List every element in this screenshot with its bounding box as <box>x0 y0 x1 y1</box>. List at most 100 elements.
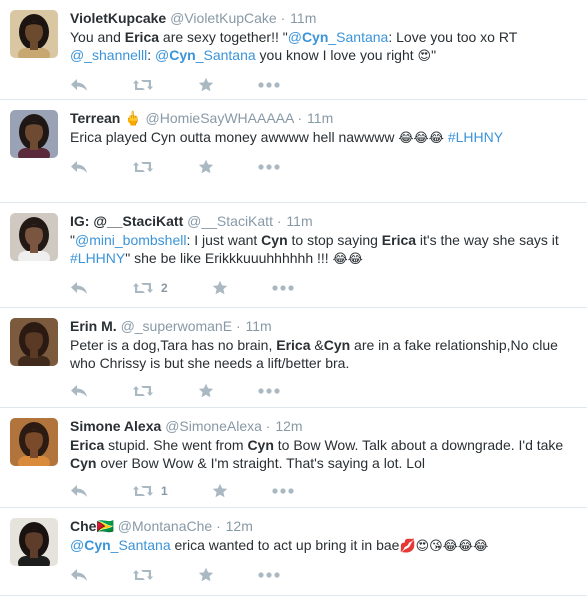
fullname[interactable]: Simone Alexa <box>70 418 161 434</box>
retweet-button[interactable]: 1 <box>132 484 168 498</box>
text-segment: to stop saying <box>287 232 382 248</box>
tweet-6[interactable]: Che🇬🇾 @MontanaChe · 12m @Cyn_Santana eri… <box>0 508 587 596</box>
favorite-button[interactable] <box>198 159 214 175</box>
avatar-simone-alexa[interactable] <box>10 418 58 466</box>
text-segment: Cyn <box>323 337 351 353</box>
timestamp[interactable]: 11m <box>286 213 312 229</box>
fullname[interactable]: VioletKupcake <box>70 10 166 26</box>
mention-link[interactable]: _Santana <box>328 29 388 45</box>
avatar-erin-m-photo <box>10 318 58 366</box>
timestamp[interactable]: 11m <box>307 110 333 126</box>
text-segment: Erica <box>276 337 311 353</box>
reply-icon <box>71 385 87 397</box>
mention-link[interactable]: _Santana <box>196 47 256 63</box>
fullname[interactable]: Che🇬🇾 <box>70 518 114 534</box>
retweet-button[interactable]: 2 <box>132 281 168 295</box>
more-button[interactable] <box>272 285 294 291</box>
mention-link[interactable]: Cyn <box>302 29 328 45</box>
timestamp[interactable]: 12m <box>275 418 302 434</box>
mention-link[interactable]: Cyn <box>84 537 110 553</box>
tweet-header: Che🇬🇾 @MontanaChe · 12m <box>70 508 579 535</box>
text-segment: & <box>310 337 324 353</box>
mention-link[interactable]: Cyn <box>169 47 195 63</box>
emoji: 😍 <box>417 49 432 64</box>
hashtag-link[interactable]: #LHHNY <box>70 250 125 266</box>
tweet-4[interactable]: Erin M. @_superwomanE · 11m Peter is a d… <box>0 308 587 408</box>
text-segment: : <box>147 47 156 63</box>
emoji: 😂😂 <box>332 252 363 267</box>
username[interactable]: @SimoneAlexa <box>165 418 262 434</box>
tweet-header: Terrean 🖕 @HomieSayWHAAAAA · 11m <box>70 100 579 127</box>
favorite-button[interactable] <box>198 567 214 583</box>
separator-dot: · <box>276 213 282 229</box>
username[interactable]: @MontanaChe <box>118 518 212 534</box>
more-button[interactable] <box>258 82 280 88</box>
retweet-button[interactable] <box>132 384 154 398</box>
reply-button[interactable] <box>70 281 88 295</box>
favorite-button[interactable] <box>212 483 228 499</box>
mention-link[interactable]: @_shannelll <box>70 47 147 63</box>
more-button[interactable] <box>258 388 280 394</box>
reply-button[interactable] <box>70 568 88 582</box>
reply-icon <box>71 282 87 294</box>
avatar-stacikatt[interactable] <box>10 213 58 261</box>
retweet-button[interactable] <box>132 568 154 582</box>
mention-link[interactable]: @mini_bombshell <box>75 232 186 248</box>
text-segment: : Love you too xo RT <box>388 29 518 45</box>
retweet-button[interactable] <box>132 78 154 92</box>
tweet-text: Erica stupid. She went from Cyn to Bow W… <box>70 436 579 472</box>
avatar-violetkupcake[interactable] <box>10 10 58 58</box>
tweet-5[interactable]: Simone Alexa @SimoneAlexa · 12m Erica st… <box>0 408 587 508</box>
favorite-button[interactable] <box>198 77 214 93</box>
tweet-2[interactable]: Terrean 🖕 @HomieSayWHAAAAA · 11m Erica p… <box>0 100 587 203</box>
timestamp[interactable]: 12m <box>226 518 253 534</box>
tweet-1[interactable]: VioletKupcake @VioletKupCake · 11m You a… <box>0 0 587 100</box>
fullname[interactable]: Terrean <box>70 110 120 126</box>
favorite-button[interactable] <box>198 383 214 399</box>
username[interactable]: @__StaciKatt <box>187 213 273 229</box>
retweet-button[interactable] <box>132 160 154 174</box>
timestamp[interactable]: 11m <box>246 318 272 334</box>
tweet-3[interactable]: IG: @__StaciKatt @__StaciKatt · 11m "@mi… <box>0 203 587 308</box>
fullname[interactable]: Erin M. <box>70 318 117 334</box>
reply-button[interactable] <box>70 384 88 398</box>
avatar-violetkupcake-photo <box>10 10 58 58</box>
fullname-emoji: 🖕 <box>120 110 142 126</box>
text-segment: stupid. She went from <box>104 437 248 453</box>
favorite-icon <box>212 280 227 295</box>
hashtag-link[interactable]: #LHHNY <box>448 129 503 145</box>
more-button[interactable] <box>272 488 294 494</box>
avatar-erin-m[interactable] <box>10 318 58 366</box>
favorite-icon <box>198 159 214 174</box>
favorite-button[interactable] <box>212 280 228 296</box>
more-button[interactable] <box>258 572 280 578</box>
reply-button[interactable] <box>70 160 88 174</box>
tweet-text: Erica played Cyn outta money awwww hell … <box>70 128 579 148</box>
mention-link[interactable]: @ <box>70 537 84 553</box>
separator-dot: · <box>235 318 241 334</box>
mention-link[interactable]: @ <box>155 47 169 63</box>
mention-link[interactable]: _Santana <box>111 537 171 553</box>
text-segment: Peter is a dog,Tara has no brain, <box>70 337 277 353</box>
tweet-actions <box>70 70 579 100</box>
avatar-che[interactable] <box>10 518 58 566</box>
retweet-icon <box>133 80 153 90</box>
text-segment: Erica <box>124 29 160 45</box>
favorite-icon <box>198 77 214 92</box>
reply-icon <box>71 161 87 173</box>
tweet-header: IG: @__StaciKatt @__StaciKatt · 11m <box>70 203 579 230</box>
fullname[interactable]: IG: @__StaciKatt <box>70 213 183 229</box>
mention-link[interactable]: @ <box>288 29 302 45</box>
reply-button[interactable] <box>70 78 88 92</box>
more-button[interactable] <box>258 164 280 170</box>
username[interactable]: @_superwomanE <box>121 318 233 334</box>
username[interactable]: @HomieSayWHAAAAA <box>146 110 294 126</box>
text-segment: " she be like Erikkkuuuhhhhhh !!! <box>125 250 333 266</box>
username[interactable]: @VioletKupCake <box>170 10 277 26</box>
text-segment: Erica <box>381 232 417 248</box>
text-segment: Cyn <box>261 232 288 248</box>
avatar-terrean[interactable] <box>10 110 58 158</box>
tweet-header: Simone Alexa @SimoneAlexa · 12m <box>70 408 579 435</box>
timestamp[interactable]: 11m <box>290 10 316 26</box>
reply-button[interactable] <box>70 484 88 498</box>
